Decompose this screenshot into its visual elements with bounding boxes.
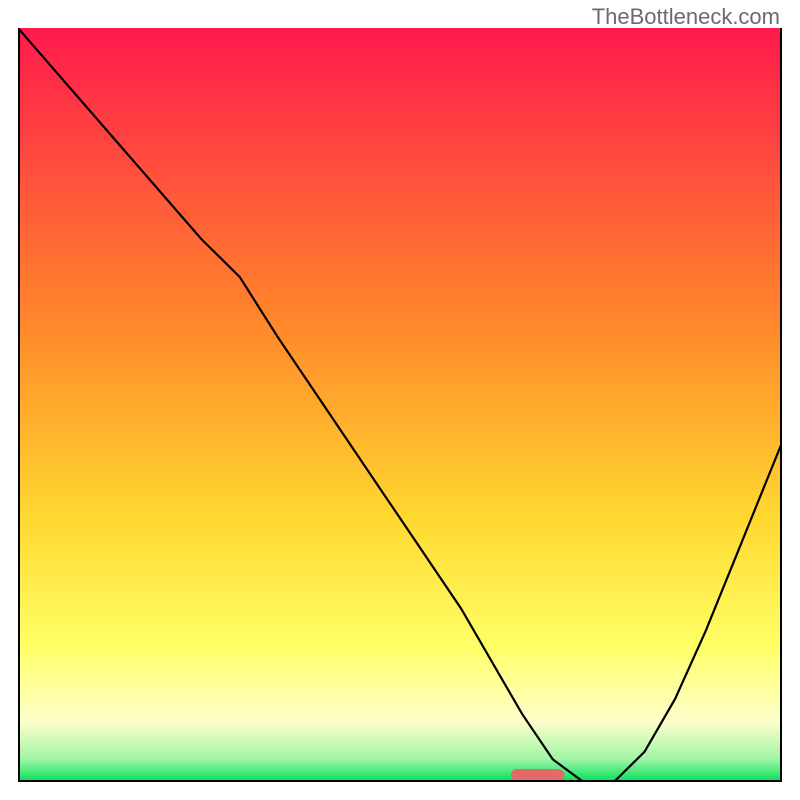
optimum-marker xyxy=(511,769,565,781)
gradient-background xyxy=(18,28,782,782)
chart-container: TheBottleneck.com xyxy=(0,0,800,800)
plot-area xyxy=(18,28,782,782)
attribution-label: TheBottleneck.com xyxy=(592,4,780,30)
chart-svg xyxy=(18,28,782,782)
